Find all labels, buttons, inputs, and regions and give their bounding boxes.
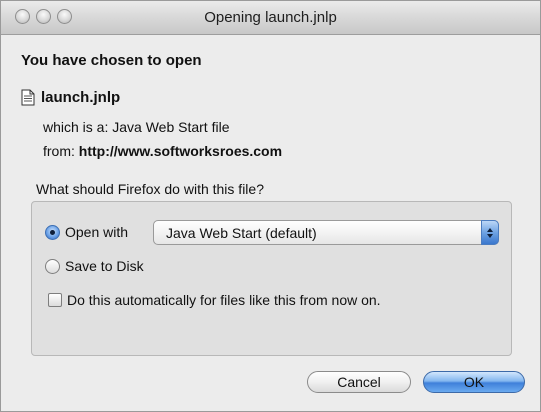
arrow-up-icon [487, 227, 493, 232]
save-to-disk-option[interactable]: Save to Disk [45, 258, 144, 274]
arrow-down-icon [487, 233, 493, 238]
auto-action-option[interactable]: Do this automatically for files like thi… [48, 292, 381, 308]
title-bar[interactable]: Opening launch.jnlp [1, 1, 540, 35]
source-url: http://www.softworksroes.com [78, 143, 283, 159]
file-type-row: which is a: Java Web Start file [43, 119, 230, 135]
save-to-disk-label: Save to Disk [65, 258, 144, 274]
ok-button[interactable]: OK [423, 371, 525, 393]
download-dialog-window: Opening launch.jnlp You have chosen to o… [0, 0, 541, 412]
action-question: What should Firefox do with this file? [36, 181, 264, 197]
document-icon [21, 89, 35, 105]
auto-action-checkbox[interactable] [48, 293, 62, 307]
cancel-button[interactable]: Cancel [307, 371, 411, 393]
file-type-label: which is a: [43, 119, 113, 135]
open-with-radio[interactable] [45, 224, 60, 240]
file-type-value: Java Web Start file [112, 119, 230, 135]
window-title: Opening launch.jnlp [204, 9, 337, 26]
file-name: launch.jnlp [41, 88, 121, 106]
open-with-app-select[interactable]: Java Web Start (default) [153, 220, 499, 245]
source-row: from: http://www.softworksroes.com [43, 143, 282, 159]
source-label: from: [43, 143, 79, 159]
open-with-label: Open with [65, 224, 129, 240]
open-with-option[interactable]: Open with [45, 224, 128, 240]
open-with-app-value: Java Web Start (default) [166, 225, 317, 241]
select-arrows-icon[interactable] [481, 220, 499, 245]
save-to-disk-radio[interactable] [45, 258, 60, 274]
auto-action-label: Do this automatically for files like thi… [67, 292, 381, 308]
file-row: launch.jnlp [21, 87, 120, 107]
dialog-heading: You have chosen to open [21, 52, 202, 69]
